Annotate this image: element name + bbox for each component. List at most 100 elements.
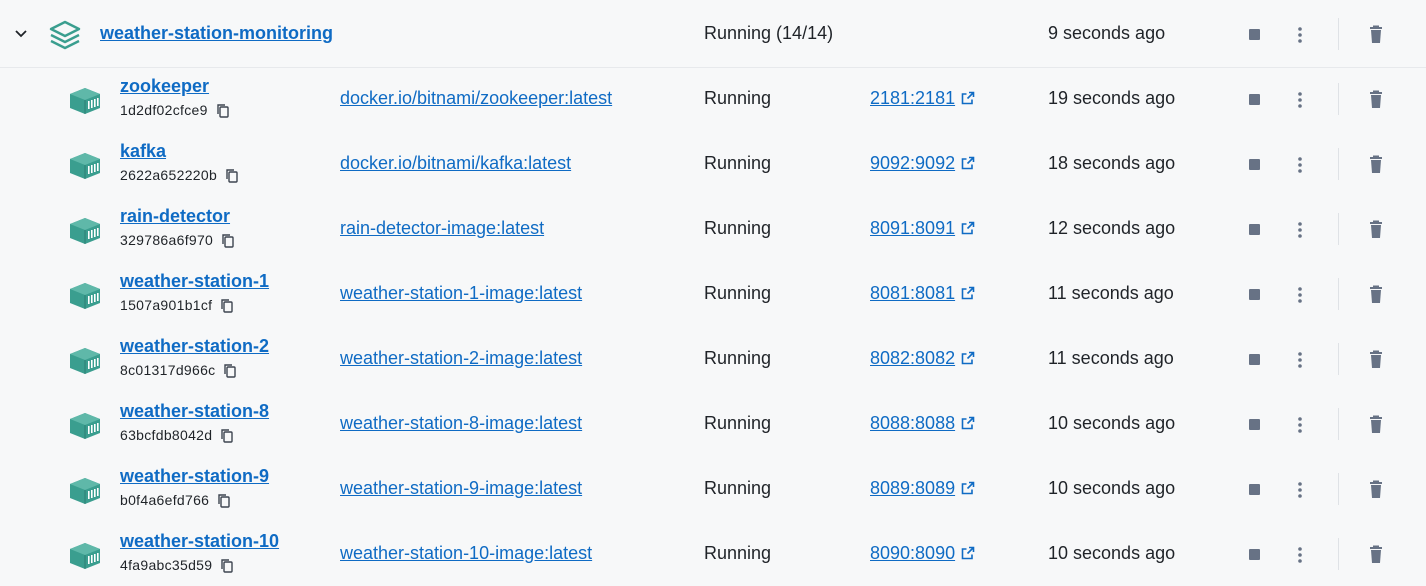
container-name-link[interactable]: weather-station-2 [120, 336, 269, 357]
container-last-started: 12 seconds ago [1048, 218, 1176, 238]
port-link[interactable]: 8081:8081 [870, 283, 975, 304]
delete-button[interactable] [1366, 89, 1386, 111]
container-icon [68, 411, 102, 441]
container-row[interactable]: weather-station-2 8c01317d966c weather-s… [0, 326, 1426, 391]
delete-button[interactable] [1366, 479, 1386, 501]
divider [1338, 278, 1339, 310]
container-last-started: 10 seconds ago [1048, 413, 1176, 433]
port-link[interactable]: 8089:8089 [870, 478, 975, 499]
divider [1338, 343, 1339, 375]
port-label: 8091:8091 [870, 218, 956, 238]
container-last-started: 18 seconds ago [1048, 153, 1176, 173]
container-icon [68, 216, 102, 246]
image-link[interactable]: weather-station-2-image:latest [340, 348, 582, 369]
container-icon [68, 281, 102, 311]
container-name-link[interactable]: weather-station-9 [120, 466, 269, 487]
container-name-link[interactable]: zookeeper [120, 76, 209, 97]
container-row[interactable]: kafka 2622a652220b docker.io/bitnami/kaf… [0, 131, 1426, 196]
container-status: Running [704, 413, 772, 433]
stop-icon [1249, 159, 1260, 170]
container-name-link[interactable]: weather-station-8 [120, 401, 269, 422]
port-link[interactable]: 8082:8082 [870, 348, 975, 369]
copy-icon [221, 559, 234, 573]
more-actions-button[interactable] [1290, 24, 1310, 46]
container-id: 4fa9abc35d59 [120, 557, 213, 573]
container-row[interactable]: weather-station-10 4fa9abc35d59 weather-… [0, 521, 1426, 586]
image-link[interactable]: weather-station-9-image:latest [340, 478, 582, 499]
port-label: 2181:2181 [870, 88, 956, 108]
stop-button[interactable] [1245, 25, 1265, 45]
image-link[interactable]: weather-station-1-image:latest [340, 283, 582, 304]
more-actions-button[interactable] [1290, 89, 1310, 111]
stop-button[interactable] [1245, 415, 1265, 435]
delete-button[interactable] [1366, 219, 1386, 241]
image-link[interactable]: docker.io/bitnami/zookeeper:latest [340, 88, 612, 109]
container-row[interactable]: weather-station-8 63bcfdb8042d weather-s… [0, 391, 1426, 456]
copy-id-button[interactable] [219, 428, 235, 444]
more-actions-button[interactable] [1290, 349, 1310, 371]
group-name-link[interactable]: weather-station-monitoring [100, 23, 333, 44]
trash-icon [1370, 155, 1382, 173]
container-row[interactable]: rain-detector 329786a6f970 rain-detector… [0, 196, 1426, 261]
stop-button[interactable] [1245, 350, 1265, 370]
container-name-link[interactable]: kafka [120, 141, 166, 162]
stop-button[interactable] [1245, 155, 1265, 175]
copy-id-button[interactable] [216, 493, 232, 509]
stop-button[interactable] [1245, 545, 1265, 565]
more-actions-button[interactable] [1290, 154, 1310, 176]
copy-icon [222, 234, 234, 248]
compose-group-row[interactable]: weather-station-monitoring Running (14/1… [0, 1, 1426, 68]
container-name-link[interactable]: weather-station-10 [120, 531, 279, 552]
more-actions-button[interactable] [1290, 479, 1310, 501]
copy-id-button[interactable] [219, 558, 235, 574]
container-row[interactable]: weather-station-9 b0f4a6efd766 weather-s… [0, 456, 1426, 521]
external-link-icon [961, 286, 975, 300]
image-link[interactable]: weather-station-10-image:latest [340, 543, 592, 564]
container-icon [68, 151, 102, 181]
stop-button[interactable] [1245, 480, 1265, 500]
delete-button[interactable] [1366, 349, 1386, 371]
stop-button[interactable] [1245, 285, 1265, 305]
more-actions-button[interactable] [1290, 414, 1310, 436]
stop-icon [1249, 29, 1260, 40]
container-status: Running [704, 218, 772, 238]
port-link[interactable]: 8091:8091 [870, 218, 975, 239]
delete-button[interactable] [1366, 544, 1386, 566]
container-name-link[interactable]: rain-detector [120, 206, 230, 227]
image-link[interactable]: rain-detector-image:latest [340, 218, 544, 239]
delete-button[interactable] [1366, 414, 1386, 436]
delete-button[interactable] [1366, 154, 1386, 176]
container-row[interactable]: zookeeper 1d2df02cfce9 docker.io/bitnami… [0, 66, 1426, 131]
container-name-link[interactable]: weather-station-1 [120, 271, 269, 292]
divider [1338, 83, 1339, 115]
port-link[interactable]: 8090:8090 [870, 543, 975, 564]
copy-id-button[interactable] [224, 168, 240, 184]
trash-icon [1370, 480, 1382, 498]
external-link-icon [961, 351, 975, 365]
stop-button[interactable] [1245, 220, 1265, 240]
delete-button[interactable] [1366, 284, 1386, 306]
external-link-icon [961, 221, 975, 235]
container-status: Running [704, 543, 772, 563]
image-link[interactable]: docker.io/bitnami/kafka:latest [340, 153, 571, 174]
more-actions-button[interactable] [1290, 219, 1310, 241]
port-link[interactable]: 9092:9092 [870, 153, 975, 174]
more-vertical-icon [1298, 92, 1302, 108]
delete-button[interactable] [1366, 24, 1386, 46]
port-link[interactable]: 2181:2181 [870, 88, 975, 109]
image-link[interactable]: weather-station-8-image:latest [340, 413, 582, 434]
port-label: 8090:8090 [870, 543, 956, 563]
port-link[interactable]: 8088:8088 [870, 413, 975, 434]
copy-id-button[interactable] [219, 298, 235, 314]
container-row[interactable]: weather-station-1 1507a901b1cf weather-s… [0, 261, 1426, 326]
copy-id-button[interactable] [220, 233, 236, 249]
chevron-down-icon[interactable] [10, 23, 32, 45]
more-actions-button[interactable] [1290, 544, 1310, 566]
stop-button[interactable] [1245, 90, 1265, 110]
trash-icon [1370, 545, 1382, 563]
trash-icon [1370, 220, 1382, 238]
copy-id-button[interactable] [215, 103, 231, 119]
more-actions-button[interactable] [1290, 284, 1310, 306]
external-link-icon [961, 416, 975, 430]
copy-id-button[interactable] [222, 363, 238, 379]
